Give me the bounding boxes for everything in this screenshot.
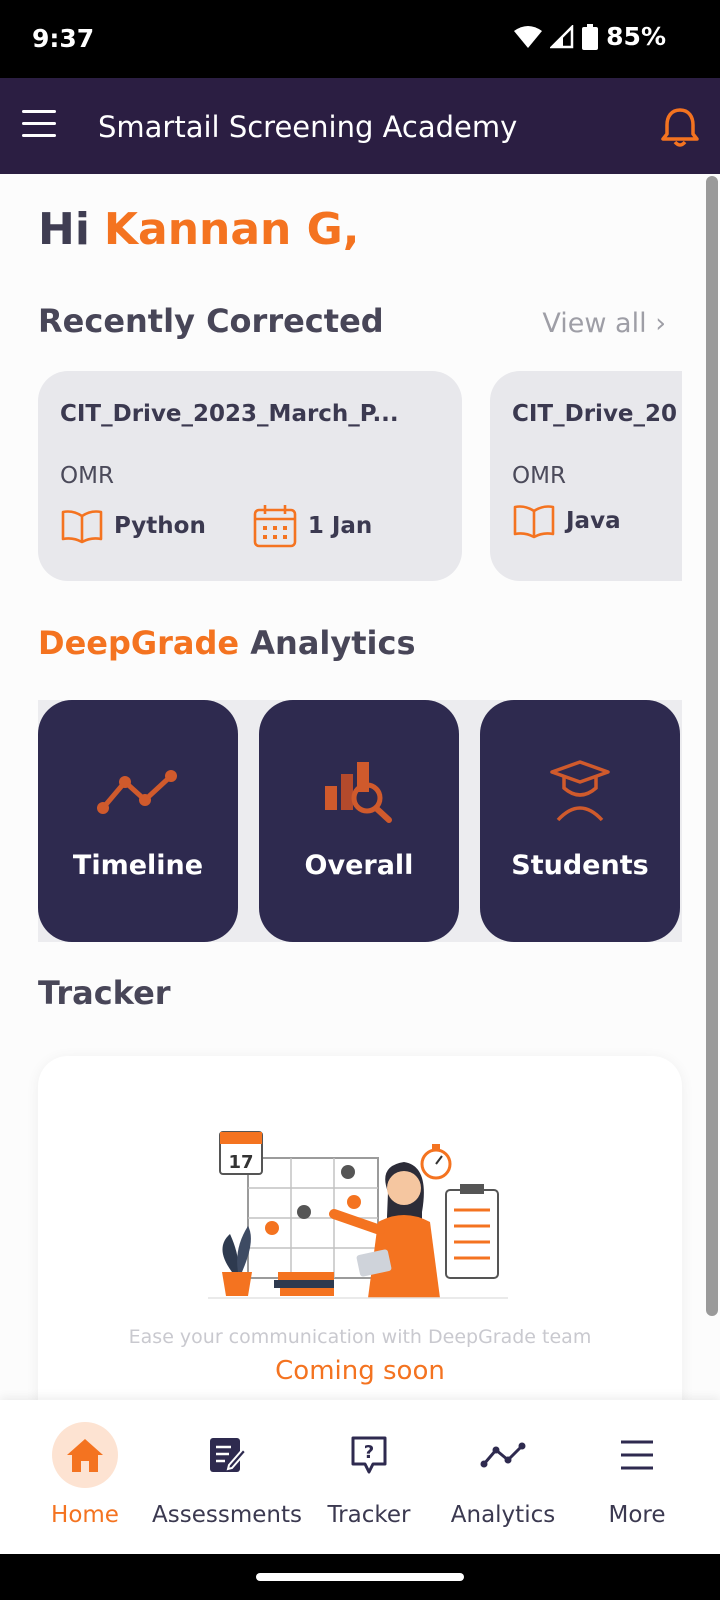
nav-item-home[interactable]: Home [10,1422,160,1528]
overall-tile[interactable]: Overall [259,700,459,942]
status-time: 9:37 [32,24,95,53]
nav-label: Assessments [152,1502,302,1528]
tile-label: Timeline [72,850,204,881]
user-name: Kannan G, [103,204,360,255]
home-icon [67,1439,103,1472]
status-bar: 9:37 85% [0,0,720,78]
question-bubble-icon: ? [351,1436,387,1474]
nav-item-assessments[interactable]: Assessments [152,1422,302,1528]
analytics-title-accent: DeepGrade [38,624,240,662]
notification-bell-icon[interactable] [660,106,700,148]
greeting: Hi Kannan G, [38,204,360,255]
tracker-illustration: 17 [208,1131,508,1299]
menu-lines-icon [621,1440,653,1470]
nav-label: Analytics [450,1502,556,1528]
book-icon [513,505,555,539]
card-type: OMR [60,463,114,489]
card-subject-text: Python [114,513,206,539]
tracker-coming-soon: Coming soon [275,1356,445,1386]
card-meta: Java [512,503,667,539]
card-meta: Python 1 Jan [60,503,418,549]
app-bar: Smartail Screening Academy [0,78,720,174]
nav-label: Home [51,1502,119,1528]
card-type: OMR [512,463,566,489]
calendar-icon [253,505,297,548]
tracker-card: 17 Ease your communication with DeepGrad… [38,1056,682,1400]
nav-item-more[interactable]: More [562,1422,712,1528]
app-title: Smartail Screening Academy [98,110,518,144]
assessment-edit-icon [210,1438,247,1472]
gesture-area [0,1554,720,1600]
book-icon [61,510,103,544]
analytics-title: DeepGrade Analytics [38,624,416,662]
tracker-title: Tracker [38,974,171,1012]
nav-label: More [608,1502,666,1528]
scrollbar[interactable] [706,176,718,1316]
recently-corrected-title: Recently Corrected [38,302,384,340]
tile-label: Students [511,850,649,881]
card-date-text: 1 Jan [307,513,373,539]
trend-line-icon [97,770,177,814]
status-icons: 85% [514,22,666,51]
home-content[interactable]: Hi Kannan G, Recently Corrected View all … [0,174,720,1400]
tile-label: Overall [304,850,414,881]
timeline-tile[interactable]: Timeline [38,700,238,942]
card-title: CIT_Drive_20 [512,401,678,427]
battery-percent: 85% [606,22,666,51]
analytics-tiles: Timeline Overall Students [38,700,682,942]
analytics-title-rest: Analytics [239,624,416,662]
bottom-navigation: Home Assessments ? Tracker Analytics Mor… [0,1400,720,1554]
corrected-card[interactable]: CIT_Drive_2023_March_P... OMR Python 1 J… [38,371,462,581]
nav-item-analytics[interactable]: Analytics [428,1422,578,1528]
students-tile[interactable]: Students [480,700,680,942]
corrected-card[interactable]: CIT_Drive_20 OMR Java [490,371,682,581]
card-subject: Python [60,508,206,544]
wifi-icon [514,25,543,48]
nav-label: Tracker [327,1502,411,1528]
hamburger-menu-icon[interactable] [22,110,58,142]
recently-corrected-list[interactable]: CIT_Drive_2023_March_P... OMR Python 1 J… [38,371,682,585]
card-subject-text: Java [566,508,621,534]
trend-line-icon [480,1442,526,1468]
card-title: CIT_Drive_2023_March_P... [60,401,399,427]
bar-chart-magnifier-icon [325,762,392,823]
nav-item-tracker[interactable]: ? Tracker [294,1422,444,1528]
card-date: 1 Jan [252,503,372,549]
svg-text:?: ? [364,1442,374,1463]
signal-icon [550,24,574,48]
home-gesture-bar[interactable] [256,1573,464,1581]
illustration-calendar-day: 17 [228,1152,253,1173]
view-all-link[interactable]: View all › [542,308,666,339]
tracker-description: Ease your communication with DeepGrade t… [128,1326,592,1348]
battery-icon [582,23,599,50]
graduation-cap-student-icon [550,760,610,822]
card-subject: Java [512,503,621,539]
greeting-hi: Hi [38,204,90,255]
